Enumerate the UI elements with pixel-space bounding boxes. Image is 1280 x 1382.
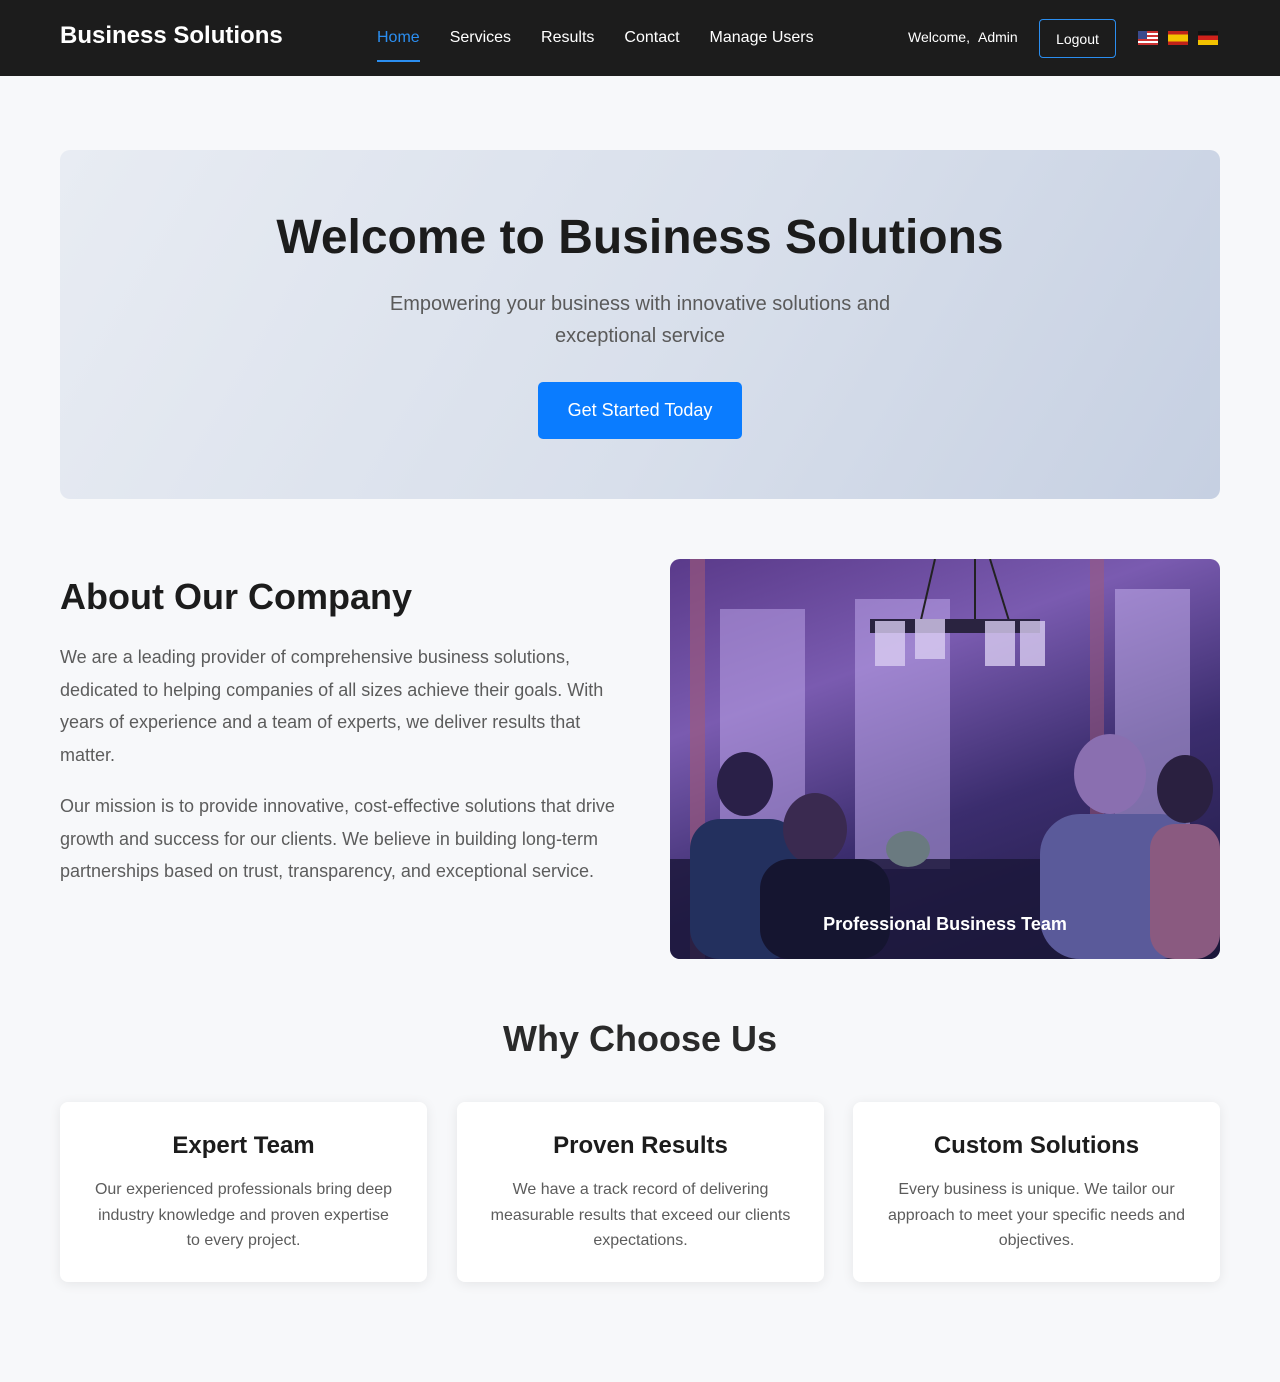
hero-title: Welcome to Business Solutions [276,211,1004,264]
language-switcher [1138,31,1228,45]
feature-card-title: Proven Results [553,1132,728,1159]
nav-link-results[interactable]: Results [541,0,594,76]
nav-link-services[interactable]: Services [450,0,511,76]
team-photo: Professional Business Team [670,559,1220,959]
username: Admin [977,29,1018,45]
feature-card-text: Every business is unique. We tailor our … [887,1181,1186,1249]
nav-link-home[interactable]: Home [377,0,420,76]
feature-card-custom-solutions: Custom Solutions Every business is uniqu… [853,1102,1220,1282]
get-started-button[interactable]: Get Started Today [538,382,742,439]
feature-card-title: Expert Team [172,1132,315,1159]
about-title: About Our Company [60,576,412,617]
nav-links: Home Services Results Contact Manage Use… [377,0,844,76]
us-flag-icon[interactable] [1138,31,1158,45]
brand-logo[interactable]: Business Solutions [60,22,283,50]
feature-card-text: Our experienced professionals bring deep… [94,1181,393,1249]
why-choose-us-title: Why Choose Us [502,1018,778,1059]
feature-card-proven-results: Proven Results We have a track record of… [457,1102,824,1282]
logout-button[interactable]: Logout [1039,19,1116,58]
welcome-label: Welcome, [908,29,970,45]
welcome-message: Welcome, Admin [908,29,1018,45]
about-paragraph-1: We are a leading provider of comprehensi… [60,647,604,765]
nav-link-contact[interactable]: Contact [624,0,679,76]
hero-subtitle: Empowering your business with innovative… [389,293,891,347]
feature-card-title: Custom Solutions [933,1132,1140,1159]
photo-caption: Professional Business Team [823,914,1067,934]
feature-card-expert-team: Expert Team Our experienced professional… [60,1102,427,1282]
about-paragraph-2: Our mission is to provide innovative, co… [60,796,615,881]
es-flag-icon[interactable] [1168,31,1188,45]
nav-link-manage-users[interactable]: Manage Users [710,0,814,76]
hero-section: Welcome to Business Solutions Empowering… [60,150,1220,499]
de-flag-icon[interactable] [1198,31,1218,45]
top-navbar: Business Solutions Home Services Results… [0,0,1280,76]
team-photo-illustration [670,559,1220,959]
feature-card-text: We have a track record of delivering mea… [490,1181,791,1249]
